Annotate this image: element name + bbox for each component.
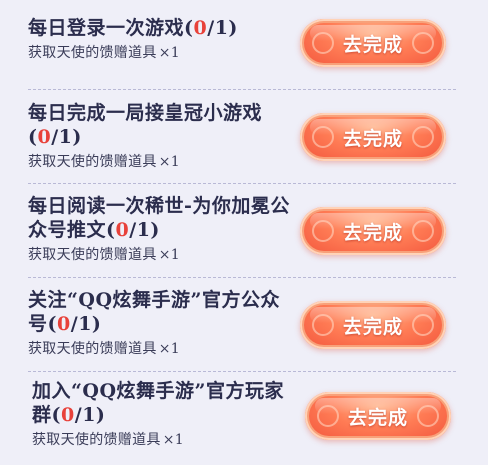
button-ornament-icon <box>412 126 434 148</box>
button-ornament-icon <box>312 314 334 336</box>
progress-open: ( <box>47 313 58 335</box>
divider <box>28 277 456 278</box>
button-label: 去完成 <box>342 127 403 150</box>
progress-open: ( <box>106 219 116 241</box>
reward-multiplier: ×1 <box>158 247 180 263</box>
task-reward: 获取天使的馈赠道具 ×1 <box>28 246 290 264</box>
task-list: 每日登录一次游戏(0/1) 获取天使的馈赠道具 ×1 去完成 每日完成一局接皇冠小… <box>0 0 488 465</box>
task-text: 关注“QQ炫舞手游”官方公众号(0/1) 获取天使的馈赠道具 ×1 <box>28 288 290 358</box>
task-title: 每日登录一次游戏(0/1) <box>28 16 290 40</box>
progress-total: /1) <box>51 126 82 148</box>
task-title: 每日完成一局接皇冠小游戏 (0/1) <box>28 101 290 149</box>
go-complete-button[interactable]: 去完成 <box>305 392 451 440</box>
button-ornament-icon <box>417 405 439 427</box>
button-ornament-icon <box>312 32 334 54</box>
task-title-text: 每日完成一局接皇冠小游戏 <box>28 102 263 124</box>
progress-total: /1) <box>70 313 102 335</box>
button-label: 去完成 <box>342 221 403 244</box>
button-label: 去完成 <box>342 315 403 338</box>
task-text: 每日阅读一次稀世-为你加冕公众号推文(0/1) 获取天使的馈赠道具 ×1 <box>28 194 290 264</box>
divider <box>28 371 456 372</box>
progress-current: 0 <box>37 126 52 148</box>
task-reward: 获取天使的馈赠道具 ×1 <box>28 44 290 62</box>
go-complete-button[interactable]: 去完成 <box>300 207 446 255</box>
progress-total: /1) <box>74 404 106 426</box>
task-reward: 获取天使的馈赠道具 ×1 <box>28 153 290 171</box>
reward-text: 获取天使的馈赠道具 <box>28 154 157 170</box>
progress-current: 0 <box>115 219 130 241</box>
task-title: 加入“QQ炫舞手游”官方玩家群(0/1) <box>32 379 294 427</box>
button-ornament-icon <box>312 220 334 242</box>
task-reward: 获取天使的馈赠道具 ×1 <box>28 340 290 358</box>
reward-text: 获取天使的馈赠道具 <box>28 247 157 263</box>
go-complete-button[interactable]: 去完成 <box>300 19 446 67</box>
reward-multiplier: ×1 <box>158 341 180 357</box>
progress-current: 0 <box>61 404 75 426</box>
reward-text: 获取天使的馈赠道具 <box>28 341 157 357</box>
reward-multiplier: ×1 <box>162 432 184 448</box>
progress-open: ( <box>28 126 38 148</box>
reward-text: 获取天使的馈赠道具 <box>28 45 157 61</box>
progress-current: 0 <box>193 17 208 39</box>
go-complete-button[interactable]: 去完成 <box>300 113 446 161</box>
progress-open: ( <box>184 17 194 39</box>
progress-current: 0 <box>57 313 71 335</box>
go-complete-button[interactable]: 去完成 <box>300 301 446 349</box>
progress-total: /1) <box>207 17 238 39</box>
button-label: 去完成 <box>342 33 403 56</box>
reward-multiplier: ×1 <box>158 45 180 61</box>
button-ornament-icon <box>412 32 434 54</box>
button-ornament-icon <box>317 405 339 427</box>
reward-text: 获取天使的馈赠道具 <box>32 432 161 448</box>
divider <box>28 89 456 90</box>
task-text: 每日登录一次游戏(0/1) 获取天使的馈赠道具 ×1 <box>28 16 290 62</box>
progress-open: ( <box>51 404 62 426</box>
button-label: 去完成 <box>347 406 408 429</box>
task-title: 每日阅读一次稀世-为你加冕公众号推文(0/1) <box>28 194 290 242</box>
task-text: 每日完成一局接皇冠小游戏 (0/1) 获取天使的馈赠道具 ×1 <box>28 101 290 171</box>
button-ornament-icon <box>412 220 434 242</box>
progress-total: /1) <box>129 219 160 241</box>
button-ornament-icon <box>312 126 334 148</box>
button-ornament-icon <box>412 314 434 336</box>
reward-multiplier: ×1 <box>158 154 180 170</box>
divider <box>28 183 456 184</box>
task-text: 加入“QQ炫舞手游”官方玩家群(0/1) 获取天使的馈赠道具 ×1 <box>32 379 294 449</box>
task-reward: 获取天使的馈赠道具 ×1 <box>32 431 294 449</box>
task-title-text: 每日登录一次游戏 <box>28 17 185 39</box>
task-title: 关注“QQ炫舞手游”官方公众号(0/1) <box>28 288 290 336</box>
